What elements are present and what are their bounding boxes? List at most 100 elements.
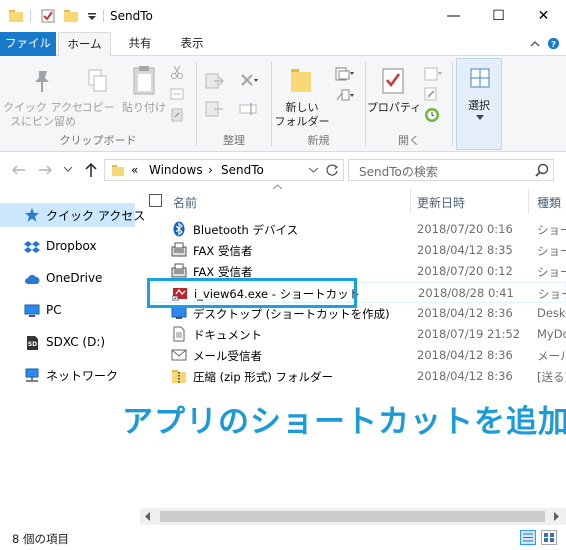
address-dropdown-icon[interactable] xyxy=(309,167,318,173)
copy-path-icon[interactable] xyxy=(170,88,184,100)
new-item-icon[interactable] xyxy=(334,66,354,82)
nav-item-network[interactable]: ネットワーク xyxy=(0,363,135,387)
file-type: ショー xyxy=(538,287,566,301)
pin-quick-access-label-1[interactable]: クイック アクセ xyxy=(2,101,84,115)
file-date: 2018/07/20 0:12 xyxy=(417,264,513,278)
file-name: デスクトップ (ショートカットを作成) xyxy=(193,307,390,321)
file-row[interactable]: ドキュメント 2018/07/19 21:52 MyDo xyxy=(145,324,566,345)
breadcrumb-overflow[interactable]: « xyxy=(131,163,138,177)
refresh-icon[interactable] xyxy=(325,163,339,177)
file-date: 2018/04/12 8:35 xyxy=(417,243,513,257)
new-folder-icon[interactable] xyxy=(63,8,79,24)
sort-arrow-icon xyxy=(273,184,282,190)
new-group-label: 新規 xyxy=(307,134,330,147)
search-icon[interactable] xyxy=(535,163,549,177)
nav-item-label: PC xyxy=(46,303,62,317)
tab-home[interactable]: ホーム xyxy=(58,32,111,57)
properties-button-label[interactable]: プロパティ xyxy=(366,101,422,115)
select-all-checkbox[interactable] xyxy=(149,194,162,207)
group-divider xyxy=(452,62,453,146)
folder-icon xyxy=(112,165,124,176)
tab-share[interactable]: 共有 xyxy=(118,32,162,56)
bluetooth-icon xyxy=(173,221,185,237)
fax-icon xyxy=(171,263,187,278)
file-type: ショー xyxy=(537,265,566,279)
open-group-label: 開く xyxy=(398,134,420,147)
new-folder-label-1[interactable]: 新しい xyxy=(276,101,328,115)
select-group[interactable]: 選択 xyxy=(456,58,502,150)
breadcrumb-separator[interactable]: › xyxy=(208,163,213,177)
rename-icon[interactable] xyxy=(239,100,259,118)
pin-quick-access-label-2[interactable]: スにピン留め xyxy=(2,115,84,129)
recent-locations-chevron-icon[interactable] xyxy=(64,166,72,172)
column-header-date[interactable]: 更新日時 xyxy=(417,194,465,220)
maximize-button[interactable]: ☐ xyxy=(476,0,521,32)
properties-check-icon[interactable] xyxy=(40,8,56,24)
address-bar[interactable]: « Windows › SendTo xyxy=(104,159,344,181)
new-folder-large-icon xyxy=(291,69,311,92)
nav-item-pc[interactable]: PC xyxy=(0,299,135,323)
column-divider[interactable] xyxy=(528,188,529,214)
column-divider[interactable] xyxy=(410,188,411,214)
horizontal-scrollbar[interactable] xyxy=(140,508,566,525)
details-view-button[interactable] xyxy=(520,530,536,545)
forward-arrow-icon[interactable] xyxy=(38,164,52,176)
file-name: ドキュメント xyxy=(193,328,262,342)
minimize-button[interactable]: — xyxy=(431,0,476,32)
file-date: 2018/04/12 8:36 xyxy=(417,348,513,362)
delete-icon[interactable] xyxy=(239,72,259,90)
cut-icon[interactable] xyxy=(170,65,184,79)
move-to-icon[interactable] xyxy=(205,72,225,90)
copy-to-icon[interactable] xyxy=(205,100,225,118)
close-button[interactable]: ✕ xyxy=(521,0,566,32)
select-button-label: 選択 xyxy=(468,99,490,112)
history-icon[interactable] xyxy=(423,106,441,124)
file-list: 名前 更新日時 種類 Bluetooth デバイス 2018/07/20 0:1… xyxy=(135,184,566,508)
column-header-type[interactable]: 種類 xyxy=(537,194,561,220)
nav-item-sdxc[interactable]: SD SDXC (D:) xyxy=(0,331,135,355)
search-box[interactable]: SendToの検索 xyxy=(348,159,554,181)
item-count: 8 個の項目 xyxy=(12,532,69,546)
clipboard-group-label: クリップボード xyxy=(59,134,137,147)
paste-shortcut-icon[interactable] xyxy=(170,108,184,122)
qat-dropdown-icon[interactable] xyxy=(84,8,100,24)
overlay-caption: アプリのショートカットを追加 xyxy=(122,404,566,440)
open-icon[interactable] xyxy=(423,66,443,82)
nav-item-dropbox[interactable]: Dropbox xyxy=(0,235,135,259)
up-arrow-icon[interactable] xyxy=(84,162,98,178)
file-row[interactable]: 圧縮 (zip 形式) フォルダー 2018/04/12 8:36 [送る] xyxy=(145,366,566,387)
copy-button-label[interactable]: コピー xyxy=(78,101,118,115)
scrollbar-thumb[interactable] xyxy=(160,511,545,522)
svg-text:SD: SD xyxy=(28,341,37,348)
nav-item-label: クイック アクセス xyxy=(46,209,146,223)
large-icons-view-button[interactable] xyxy=(541,530,557,545)
easy-access-icon[interactable] xyxy=(334,88,354,104)
scroll-right-icon[interactable] xyxy=(552,512,560,521)
search-placeholder[interactable]: SendToの検索 xyxy=(359,163,438,180)
file-row[interactable]: Bluetooth デバイス 2018/07/20 0:16 ショー xyxy=(145,219,566,240)
nav-item-onedrive[interactable]: OneDrive xyxy=(0,267,135,291)
breadcrumb-sendto[interactable]: SendTo xyxy=(221,163,264,177)
paste-icon xyxy=(133,66,155,95)
new-folder-label-2[interactable]: フォルダー xyxy=(274,115,330,129)
fax-icon xyxy=(171,242,187,257)
breadcrumb-windows[interactable]: Windows xyxy=(149,163,203,177)
zip-folder-icon xyxy=(172,370,186,383)
nav-item-quick-access[interactable]: クイック アクセス xyxy=(0,203,145,227)
help-icon[interactable]: ? xyxy=(547,37,560,50)
chevron-up-icon[interactable] xyxy=(530,40,540,48)
tab-view[interactable]: 表示 xyxy=(168,32,216,56)
dropbox-icon xyxy=(24,241,40,253)
file-row[interactable]: メール受信者 2018/04/12 8:36 メール xyxy=(145,345,566,366)
back-arrow-icon[interactable] xyxy=(12,164,26,176)
organize-group-label: 整理 xyxy=(223,134,245,147)
scroll-left-icon[interactable] xyxy=(144,512,152,521)
file-type: ショー xyxy=(537,223,566,237)
column-header-name[interactable]: 名前 xyxy=(173,194,197,220)
qat-divider xyxy=(30,10,31,22)
tab-file[interactable]: ファイル xyxy=(0,32,56,56)
large-icons-view-icon xyxy=(544,533,554,542)
file-row[interactable]: FAX 受信者 2018/04/12 8:35 ショー xyxy=(145,240,566,261)
edit-icon[interactable] xyxy=(423,86,439,102)
paste-button-label[interactable]: 貼り付け xyxy=(120,101,168,115)
